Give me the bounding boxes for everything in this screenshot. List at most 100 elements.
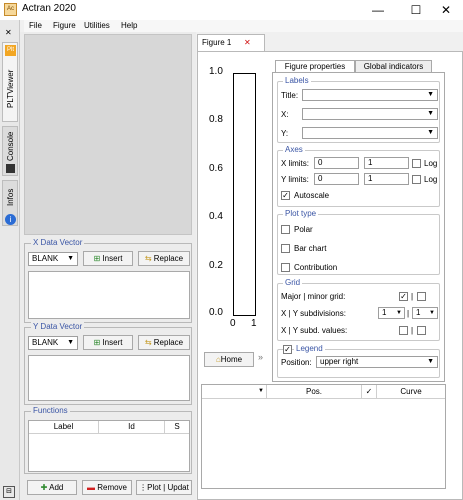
x-limits-label: X limits: xyxy=(281,159,309,168)
y-log-checkbox[interactable] xyxy=(412,175,421,184)
plot-type-group: Plot type Polar Bar chart Contribution xyxy=(277,209,440,275)
y-vector-list[interactable] xyxy=(28,355,190,401)
y-subdivisions-value: 1 xyxy=(416,308,421,317)
window-title: Actran 2020 xyxy=(22,3,76,14)
labels-group: Labels Title: ▼ X: ▼ Y: ▼ xyxy=(277,76,440,143)
remove-icon: ▬ xyxy=(86,483,95,492)
app-logo-icon: Ac xyxy=(4,3,17,16)
pltviewer-icon: Plt xyxy=(5,45,16,56)
x-label-input[interactable]: ▼ xyxy=(302,108,438,120)
maximize-button[interactable]: ☐ xyxy=(399,0,433,20)
header-divider xyxy=(29,433,189,434)
tab-console[interactable]: Console xyxy=(2,126,18,176)
y-vector-combo[interactable]: BLANK ▼ xyxy=(28,336,78,350)
curves-col-visible[interactable]: ✓ xyxy=(362,385,377,398)
title-bar: Ac Actran 2020 — ☐ ✕ xyxy=(0,0,463,20)
functions-col-label[interactable]: Label xyxy=(29,421,99,433)
functions-table[interactable]: Label Id S xyxy=(28,420,190,472)
legend-position-label: Position: xyxy=(281,358,312,367)
x-min-input[interactable]: 0 xyxy=(314,157,359,169)
y-replace-button[interactable]: ⇆ Replace xyxy=(138,335,190,350)
close-button[interactable]: ✕ xyxy=(429,0,463,20)
remove-function-button[interactable]: ▬ Remove xyxy=(82,480,132,495)
subd-values-label: X | Y subd. values: xyxy=(281,326,348,335)
y-label: Y: xyxy=(281,129,289,138)
major-grid-checkbox[interactable]: ✓ xyxy=(399,292,408,301)
polar-checkbox[interactable] xyxy=(281,225,290,234)
x-subdivisions-spinner[interactable]: 1 ▼ xyxy=(378,307,405,319)
plot-update-button[interactable]: ⋮Plot | Updat xyxy=(136,480,192,495)
contribution-label: Contribution xyxy=(294,263,338,272)
functions-title: Functions xyxy=(31,406,70,415)
expand-icon[interactable]: » xyxy=(258,352,263,362)
x-replace-button[interactable]: ⇆ Replace xyxy=(138,251,190,266)
x-vector-combo[interactable]: BLANK ▼ xyxy=(28,252,78,266)
tab-pltviewer-label: PLTViewer xyxy=(6,69,15,109)
y-subd-values-checkbox[interactable] xyxy=(417,326,426,335)
autoscale-checkbox[interactable]: ✓ xyxy=(281,191,290,200)
functions-col-s[interactable]: S xyxy=(165,421,189,433)
chevron-down-icon: ▼ xyxy=(427,110,434,117)
figure-tab-label: Figure 1 xyxy=(202,38,232,47)
minor-grid-checkbox[interactable] xyxy=(417,292,426,301)
tree-view-area[interactable] xyxy=(24,34,192,235)
x-vector-list[interactable] xyxy=(28,271,190,319)
chevron-down-icon: ▼ xyxy=(67,255,74,262)
plot-update-label: Plot | Updat xyxy=(147,483,189,492)
tab-pltviewer[interactable]: Plt PLTViewer xyxy=(2,42,18,122)
x-subd-values-checkbox[interactable] xyxy=(399,326,408,335)
y-label-input[interactable]: ▼ xyxy=(302,127,438,139)
y-insert-button[interactable]: ⊞ Insert xyxy=(83,335,133,350)
tab-console-label: Console xyxy=(6,131,15,161)
curves-table[interactable]: ▼ Pos. ✓ Curve xyxy=(201,384,446,489)
axes-group: Axes X limits: 0 1 Log Y limits: 0 1 Log… xyxy=(277,145,440,207)
curves-col-curve[interactable]: Curve xyxy=(377,385,445,398)
plot-canvas[interactable]: 1.0 0.8 0.6 0.4 0.2 0.0 0 1 xyxy=(207,63,267,338)
major-minor-grid-label: Major | minor grid: xyxy=(281,292,346,301)
add-label: Add xyxy=(49,483,64,492)
menu-utilities[interactable]: Utilities xyxy=(84,20,110,32)
side-close-icon[interactable]: ✕ xyxy=(5,28,12,37)
x-data-vector-title: X Data Vector xyxy=(31,238,85,247)
x-log-label: Log xyxy=(424,159,438,168)
y-data-vector-title: Y Data Vector xyxy=(31,322,85,331)
minimize-button[interactable]: — xyxy=(361,0,395,20)
curves-col-selector[interactable]: ▼ xyxy=(202,385,267,398)
figure-tab-close-icon[interactable]: ✕ xyxy=(244,38,251,47)
chevron-down-icon: ▼ xyxy=(396,310,402,316)
y-tick-label: 0.4 xyxy=(209,211,223,222)
menu-file[interactable]: File xyxy=(29,20,42,32)
menu-figure[interactable]: Figure xyxy=(53,20,76,32)
y-max-input[interactable]: 1 xyxy=(364,173,409,185)
pin-icon[interactable]: ⊟ xyxy=(3,486,15,498)
subd-values-separator: | xyxy=(411,326,414,335)
tab-figure-1[interactable]: Figure 1 ✕ xyxy=(197,34,265,51)
menu-help[interactable]: Help xyxy=(121,20,137,32)
chevron-down-icon: ▼ xyxy=(429,310,435,316)
tab-infos[interactable]: Infos i xyxy=(2,180,18,226)
x-max-input[interactable]: 1 xyxy=(364,157,409,169)
x-tick-label: 0 xyxy=(230,318,236,329)
x-log-checkbox[interactable] xyxy=(412,159,421,168)
home-button[interactable]: ⌂Home xyxy=(204,352,254,367)
x-insert-button[interactable]: ⊞ Insert xyxy=(83,251,133,266)
title-input[interactable]: ▼ xyxy=(302,89,438,101)
chevron-down-icon: ▼ xyxy=(427,129,434,136)
grid-separator: | xyxy=(411,292,414,301)
plot-type-group-title: Plot type xyxy=(283,209,319,218)
legend-position-combo[interactable]: upper right ▼ xyxy=(316,356,438,368)
curves-col-pos[interactable]: Pos. xyxy=(267,385,362,398)
autoscale-label: Autoscale xyxy=(294,191,330,200)
legend-checkbox[interactable]: ✓ xyxy=(283,345,292,354)
functions-col-id[interactable]: Id xyxy=(99,421,165,433)
y-insert-label: Insert xyxy=(102,338,123,347)
chevron-down-icon: ▼ xyxy=(427,91,434,98)
insert-icon: ⊞ xyxy=(93,338,101,347)
y-min-input[interactable]: 0 xyxy=(314,173,359,185)
chevron-down-icon: ▼ xyxy=(258,388,264,394)
replace-icon: ⇆ xyxy=(144,254,152,263)
add-function-button[interactable]: ✚ Add xyxy=(27,480,77,495)
contribution-checkbox[interactable] xyxy=(281,263,290,272)
bar-chart-checkbox[interactable] xyxy=(281,244,290,253)
y-subdivisions-spinner[interactable]: 1 ▼ xyxy=(412,307,438,319)
